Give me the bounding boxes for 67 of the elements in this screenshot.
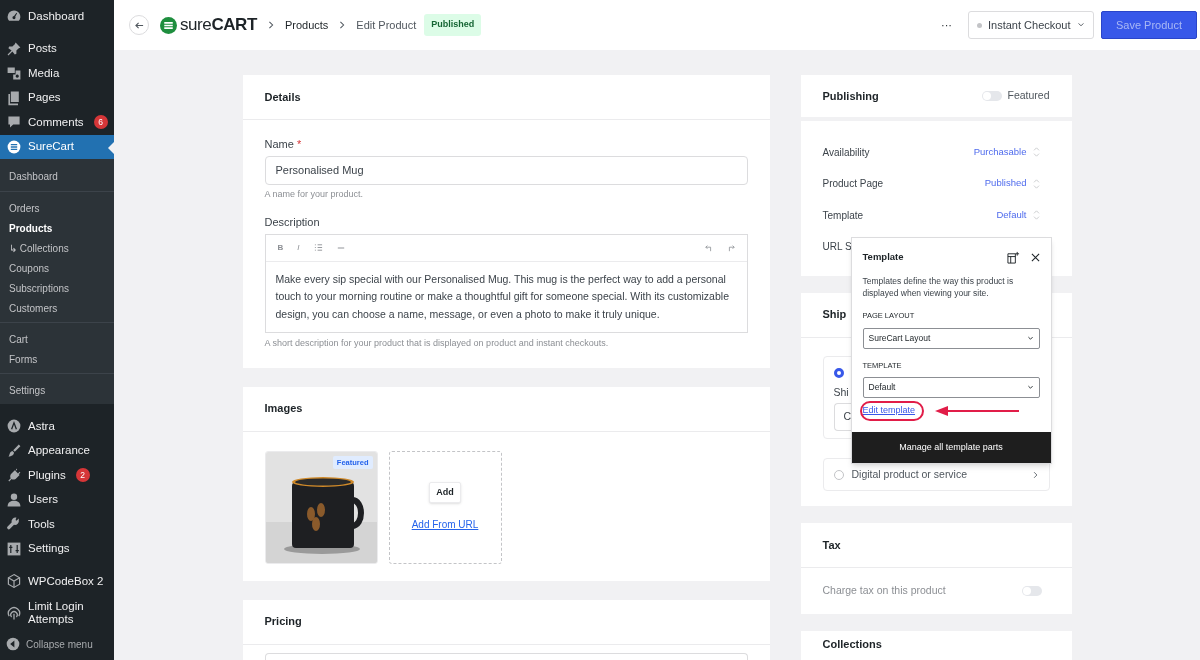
count-badge: 6 — [93, 115, 108, 130]
image-dropzone[interactable]: Add Add From URL — [388, 450, 502, 564]
italic-button[interactable]: I — [297, 241, 300, 254]
add-button[interactable]: Add — [429, 481, 461, 504]
submenu-item[interactable]: Settings — [0, 380, 114, 400]
field-label: Name * — [264, 137, 303, 152]
description-text[interactable]: Make every sip special with our Personalised Mug. This mug is the perfect way to add a personal touch to your morning routine or make a thoughtful gift for someone special. With its customizable design, you can choose a name, message, or even a photo to make it truly unique. — [265, 261, 747, 332]
manage-template-parts-button[interactable]: Manage all template parts — [851, 431, 1051, 463]
popover-title: Template — [862, 250, 904, 264]
submenu-item[interactable]: Products — [0, 218, 114, 238]
sidebar-item[interactable]: Posts — [0, 36, 114, 61]
option-label: Digital product or service — [851, 466, 968, 482]
breadcrumb-link[interactable]: Products — [284, 16, 329, 34]
submenu-item[interactable]: Customers — [0, 298, 114, 318]
toggle-label: Featured — [1007, 88, 1050, 104]
submenu-item[interactable]: Orders — [0, 198, 114, 218]
sidebar-item[interactable]: Appearance — [0, 438, 114, 463]
field-label: Shi — [833, 384, 849, 400]
breadcrumb-link[interactable]: Edit Product — [356, 16, 417, 34]
setting-label: Availability — [822, 145, 870, 160]
instant-checkout-dropdown[interactable]: Instant Checkout — [968, 11, 1094, 39]
card-title: Ship — [822, 307, 847, 323]
card-title: Publishing — [822, 88, 879, 104]
sidebar-item[interactable]: Limit Login Attempts — [0, 593, 114, 632]
collapse-menu-button[interactable]: Collapse menu — [0, 632, 114, 656]
name-input[interactable]: Personalised Mug — [264, 155, 748, 185]
popover-description: Templates define the way this product is displayed when viewing your site. — [862, 276, 1015, 300]
select-dropdown[interactable]: Default — [862, 376, 1040, 398]
card-title: Images — [264, 401, 303, 417]
setting-label: Charge tax on this product — [822, 583, 946, 599]
hint-text: A name for your product. — [264, 187, 365, 201]
sidebar-item[interactable]: Settings — [0, 536, 114, 561]
submenu-item[interactable]: Coupons — [0, 258, 114, 278]
sidebar-item[interactable]: Pages — [0, 85, 114, 110]
count-badge: 2 — [75, 468, 90, 483]
setting-label: URL S — [822, 240, 852, 254]
select-dropdown[interactable]: SureCart Layout — [862, 327, 1040, 349]
sidebar-item[interactable]: Comments 6 — [0, 110, 114, 135]
setting-value-button[interactable]: Published — [984, 176, 1027, 191]
status-badge: Published — [424, 14, 482, 36]
sidebar-item[interactable]: SureCart — [0, 134, 114, 159]
setting-value-button[interactable]: Purchasable — [973, 144, 1027, 160]
sidebar-item[interactable]: Plugins 2 — [0, 463, 114, 488]
more-options-button[interactable]: ··· — [941, 16, 952, 34]
submenu-item[interactable]: Subscriptions — [0, 278, 114, 298]
add-from-url-link[interactable]: Add From URL — [411, 517, 479, 533]
submenu-item[interactable]: Cart — [0, 329, 114, 349]
sidebar-item[interactable]: WPCodeBox 2 — [0, 569, 114, 594]
required-mark: * — [296, 138, 302, 150]
card-title: Collections — [822, 637, 883, 653]
sidebar-item[interactable]: Media — [0, 61, 114, 86]
sidebar-item[interactable]: Astra — [0, 414, 114, 439]
sidebar-item[interactable]: Users — [0, 487, 114, 512]
logo-text: sureCART — [180, 14, 257, 37]
field-label: Description — [264, 215, 321, 230]
submenu-item[interactable]: Dashboard — [0, 166, 114, 186]
sidebar-item[interactable]: Dashboard — [0, 4, 114, 29]
submenu-item[interactable]: Forms — [0, 349, 114, 369]
hint-text: A short description for your product that is displayed on product and instant checkouts. — [264, 337, 610, 350]
setting-label: Template — [822, 208, 864, 223]
card-title: Tax — [822, 538, 841, 553]
setting-value-button[interactable]: Default — [996, 207, 1027, 223]
card-title: Pricing — [264, 614, 302, 630]
sidebar-item[interactable]: Tools — [0, 512, 114, 537]
submenu-item[interactable]: ↳ Collections — [0, 238, 114, 258]
card-title: Details — [264, 89, 301, 105]
setting-label: Product Page — [822, 177, 884, 191]
